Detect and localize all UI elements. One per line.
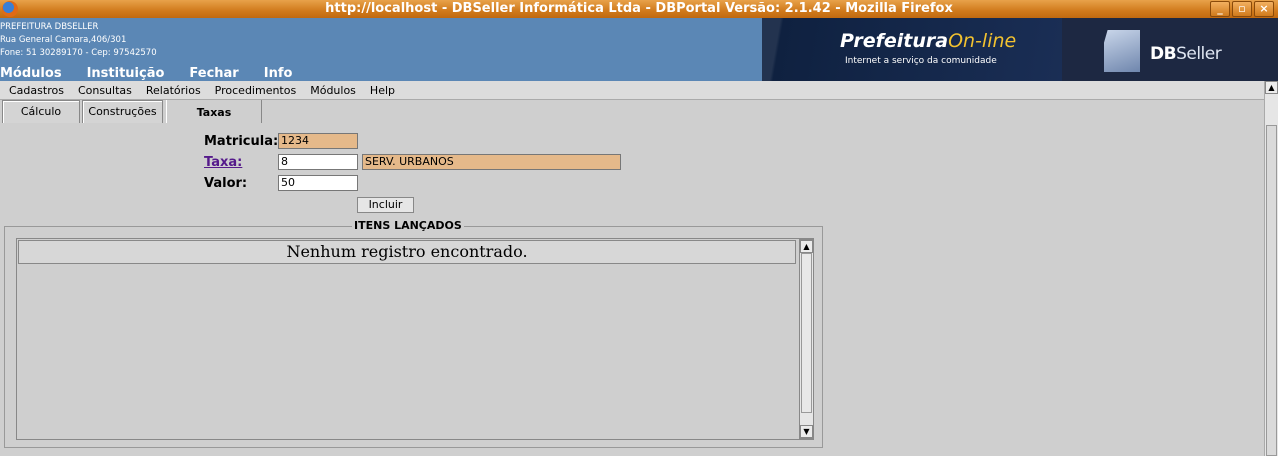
- taxa-link[interactable]: Taxa:: [204, 155, 242, 170]
- org-phone: Fone: 51 30289170 - Cep: 97542570: [0, 48, 157, 58]
- minimize-button[interactable]: _: [1210, 1, 1230, 17]
- menu-bar: Cadastros Consultas Relatórios Procedime…: [0, 81, 1278, 100]
- window-title: http://localhost - DBSeller Informática …: [325, 1, 953, 16]
- close-button[interactable]: ×: [1254, 1, 1274, 17]
- page-scrollbar[interactable]: ▲: [1264, 81, 1278, 456]
- top-menu: Módulos Instituição Fechar Info: [0, 66, 317, 81]
- window-controls: _ ▫ ×: [1210, 1, 1274, 17]
- tab-taxas[interactable]: Taxas: [166, 100, 262, 123]
- maximize-button[interactable]: ▫: [1232, 1, 1252, 17]
- brand-prefix: Prefeitura: [840, 30, 949, 52]
- menu-consultas[interactable]: Consultas: [78, 84, 132, 97]
- db-light: Seller: [1176, 44, 1222, 64]
- page-scroll-thumb[interactable]: [1266, 125, 1277, 456]
- items-legend: ITENS LANÇADOS: [352, 219, 464, 232]
- top-menu-info[interactable]: Info: [264, 66, 293, 81]
- prefeitura-online-logo: PrefeituraOn-line Internet a serviço da …: [762, 18, 1062, 81]
- taxa-description-field: SERV. URBANOS: [362, 154, 621, 170]
- window-titlebar: http://localhost - DBSeller Informática …: [0, 0, 1278, 18]
- items-list: Nenhum registro encontrado. ▲ ▼: [16, 238, 814, 440]
- db-bold: DB: [1150, 44, 1177, 64]
- tab-construcoes[interactable]: Construções: [82, 100, 163, 123]
- incluir-button[interactable]: Incluir: [357, 197, 414, 213]
- scroll-up-arrow-icon[interactable]: ▲: [1265, 81, 1278, 94]
- tab-calculo[interactable]: Cálculo: [2, 100, 80, 123]
- brand-tagline: Internet a serviço da comunidade: [845, 56, 997, 66]
- items-scroll-up-icon[interactable]: ▲: [800, 240, 813, 253]
- taxa-code-input[interactable]: 8: [278, 154, 358, 170]
- items-scroll-down-icon[interactable]: ▼: [800, 425, 813, 438]
- menu-help[interactable]: Help: [370, 84, 395, 97]
- valor-input[interactable]: 50: [278, 175, 358, 191]
- header-banner: PREFEITURA DBSELLER Rua General Camara,4…: [0, 18, 1278, 81]
- top-menu-instituicao[interactable]: Instituição: [87, 66, 165, 81]
- menu-procedimentos[interactable]: Procedimentos: [215, 84, 297, 97]
- dbseller-logo: DBSeller: [1062, 18, 1278, 81]
- matricula-label: Matricula:: [204, 134, 279, 149]
- items-scroll-thumb[interactable]: [801, 253, 812, 413]
- items-scrollbar[interactable]: ▲ ▼: [799, 239, 814, 439]
- valor-label: Valor:: [204, 176, 248, 191]
- dbseller-mark-icon: [1104, 30, 1140, 72]
- matricula-field: 1234: [278, 133, 358, 149]
- menu-relatorios[interactable]: Relatórios: [146, 84, 201, 97]
- org-address: Rua General Camara,406/301: [0, 35, 127, 45]
- top-menu-fechar[interactable]: Fechar: [189, 66, 238, 81]
- org-name: PREFEITURA DBSELLER: [0, 22, 99, 32]
- menu-modulos[interactable]: Módulos: [310, 84, 356, 97]
- menu-cadastros[interactable]: Cadastros: [9, 84, 64, 97]
- empty-message: Nenhum registro encontrado.: [18, 240, 796, 264]
- brand-suffix: On-line: [948, 30, 1017, 52]
- firefox-icon: [2, 1, 18, 17]
- top-menu-modulos[interactable]: Módulos: [0, 66, 62, 81]
- items-fieldset: Nenhum registro encontrado. ▲ ▼: [4, 226, 823, 448]
- org-info: PREFEITURA DBSELLER Rua General Camara,4…: [0, 21, 157, 60]
